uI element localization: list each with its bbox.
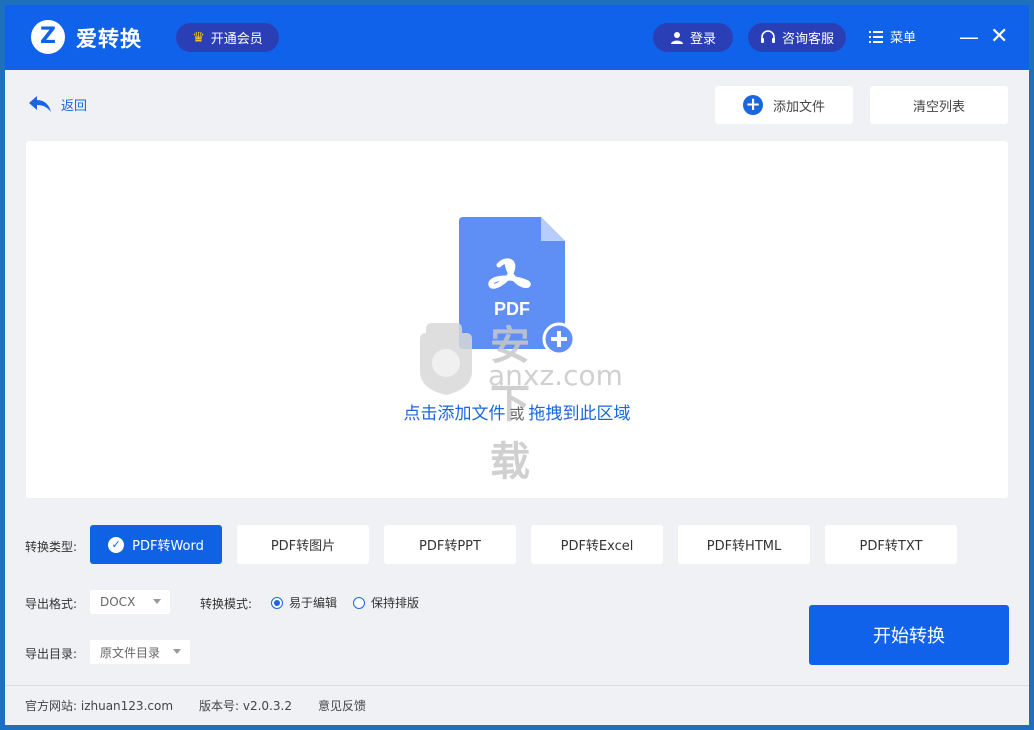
add-file-button[interactable]: + 添加文件	[715, 86, 853, 124]
customer-service-button[interactable]: 咨询客服	[748, 23, 846, 52]
clear-list-button[interactable]: 清空列表	[870, 86, 1008, 124]
website-link[interactable]: 官方网站: izhuan123.com	[25, 697, 173, 714]
type-pdf-ppt[interactable]: PDF转PPT	[384, 525, 516, 564]
feedback-link[interactable]: 意见反馈	[318, 697, 366, 714]
or-text: 或	[509, 405, 525, 423]
back-arrow-icon	[29, 96, 51, 112]
menu-label: 菜单	[890, 31, 917, 46]
mode-keep-layout-radio[interactable]: 保持排版	[353, 594, 419, 611]
app-window: Z 爱转换 ♛ 开通会员 登录 咨询客服 菜单 — ✕ 返回 + 添加文件 清空…	[5, 5, 1029, 725]
click-add-link[interactable]: 点击添加文件	[403, 404, 505, 424]
vip-label: 开通会员	[210, 32, 263, 47]
minimize-button[interactable]: —	[959, 25, 979, 49]
type-label: PDF转HTML	[706, 539, 782, 554]
start-convert-label: 开始转换	[873, 626, 945, 647]
drop-hint: 点击添加文件或拖拽到此区域	[26, 399, 1008, 424]
export-format-select[interactable]: DOCX	[90, 590, 170, 614]
service-label: 咨询客服	[781, 32, 834, 47]
type-pdf-html[interactable]: PDF转HTML	[678, 525, 810, 564]
headset-icon	[760, 29, 775, 43]
drag-here-text: 拖拽到此区域	[528, 404, 631, 424]
login-label: 登录	[689, 32, 716, 47]
back-label: 返回	[61, 98, 88, 114]
close-button[interactable]: ✕	[990, 25, 1008, 49]
convert-type-label: 转换类型:	[25, 540, 78, 554]
type-pdf-image[interactable]: PDF转图片	[237, 525, 369, 564]
export-format-label: 导出格式:	[25, 597, 78, 611]
back-button[interactable]: 返回	[27, 94, 87, 114]
export-format-value: DOCX	[100, 595, 136, 609]
crown-icon: ♛	[192, 29, 205, 46]
type-label: PDF转PPT	[419, 539, 481, 554]
start-convert-button[interactable]: 开始转换	[809, 605, 1009, 665]
export-dir-select[interactable]: 原文件目录	[90, 640, 190, 664]
app-logo-icon: Z	[31, 20, 65, 54]
radio-unchecked-icon	[353, 596, 366, 609]
type-pdf-word[interactable]: ✓ PDF转Word	[90, 525, 222, 564]
shield-icon	[420, 323, 472, 395]
export-dir-value: 原文件目录	[100, 645, 161, 660]
chevron-down-icon	[173, 649, 181, 654]
version-text: 版本号: v2.0.3.2	[199, 699, 292, 713]
plus-circle-icon: +	[742, 95, 763, 115]
export-dir-label: 导出目录:	[25, 647, 78, 661]
vip-button[interactable]: ♛ 开通会员	[176, 23, 279, 52]
file-drop-zone[interactable]: PDF 安下载 anxz.com 点击添加文件或拖拽到此区域	[26, 141, 1008, 498]
convert-mode-radios: 易于编辑 保持排版	[271, 594, 419, 611]
clear-list-label: 清空列表	[912, 99, 965, 115]
add-file-label: 添加文件	[772, 99, 825, 115]
login-button[interactable]: 登录	[653, 23, 733, 52]
title-bar: Z 爱转换 ♛ 开通会员 登录 咨询客服 菜单 — ✕	[5, 5, 1029, 70]
mode-option-label: 保持排版	[371, 596, 420, 610]
type-label: PDF转Word	[132, 539, 204, 554]
convert-mode-label: 转换模式:	[200, 597, 253, 611]
chevron-down-icon	[153, 599, 161, 604]
user-icon	[670, 31, 683, 44]
check-icon: ✓	[108, 536, 125, 553]
footer: 官方网站: izhuan123.com 版本号: v2.0.3.2 意见反馈	[5, 685, 1029, 725]
type-label: PDF转Excel	[560, 539, 634, 554]
mode-easy-edit-radio[interactable]: 易于编辑	[271, 594, 337, 611]
type-pdf-txt[interactable]: PDF转TXT	[825, 525, 957, 564]
menu-button[interactable]: 菜单	[869, 27, 916, 46]
watermark-en: anxz.com	[488, 359, 623, 392]
radio-checked-icon	[271, 596, 283, 609]
list-menu-icon	[869, 30, 883, 43]
type-pdf-excel[interactable]: PDF转Excel	[531, 525, 663, 564]
type-label: PDF转TXT	[859, 539, 923, 554]
mode-option-label: 易于编辑	[289, 596, 338, 610]
app-title: 爱转换	[76, 27, 142, 51]
type-label: PDF转图片	[270, 539, 336, 554]
